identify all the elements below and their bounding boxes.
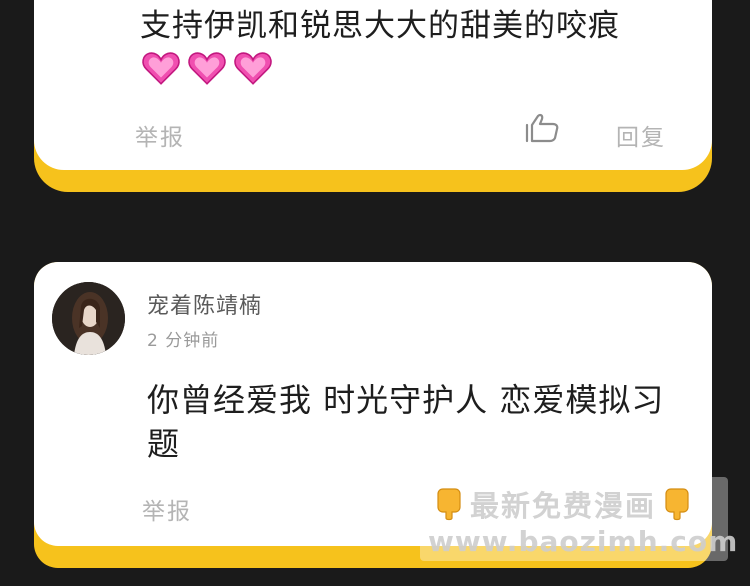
- pink-heart-icon: [234, 52, 272, 85]
- pink-heart-icon: [142, 52, 180, 85]
- watermark: 最新免费漫画 www.baozimh.com: [420, 477, 737, 561]
- report-button[interactable]: 举报: [135, 118, 185, 152]
- watermark-url: www.baozimh.com: [428, 525, 739, 558]
- comment-text: 支持伊凯和锐思大大的甜美的咬痕: [140, 8, 620, 44]
- pointing-down-hand-icon: [665, 488, 689, 521]
- user-portrait-icon: [52, 282, 125, 355]
- timestamp: 2 分钟前: [147, 331, 220, 351]
- watermark-text: 最新免费漫画: [470, 489, 657, 523]
- username[interactable]: 宠着陈靖楠: [147, 288, 262, 320]
- pink-heart-icon: [188, 52, 226, 85]
- reply-button[interactable]: 回复: [616, 118, 666, 152]
- pointing-down-hand-icon: [437, 488, 461, 521]
- watermark-line1: 最新免费漫画: [434, 483, 692, 525]
- comment-card: 支持伊凯和锐思大大的甜美的咬痕 举报 回复: [34, 0, 712, 170]
- report-button[interactable]: 举报: [142, 492, 192, 526]
- avatar[interactable]: [52, 282, 125, 355]
- thumbs-up-icon[interactable]: [524, 113, 560, 143]
- comment-card-1-wrapper: 支持伊凯和锐思大大的甜美的咬痕 举报 回复: [34, 0, 712, 192]
- comment-text: 你曾经爱我 时光守护人 恋爱模拟习题: [147, 381, 665, 463]
- emoji-row: [140, 47, 274, 89]
